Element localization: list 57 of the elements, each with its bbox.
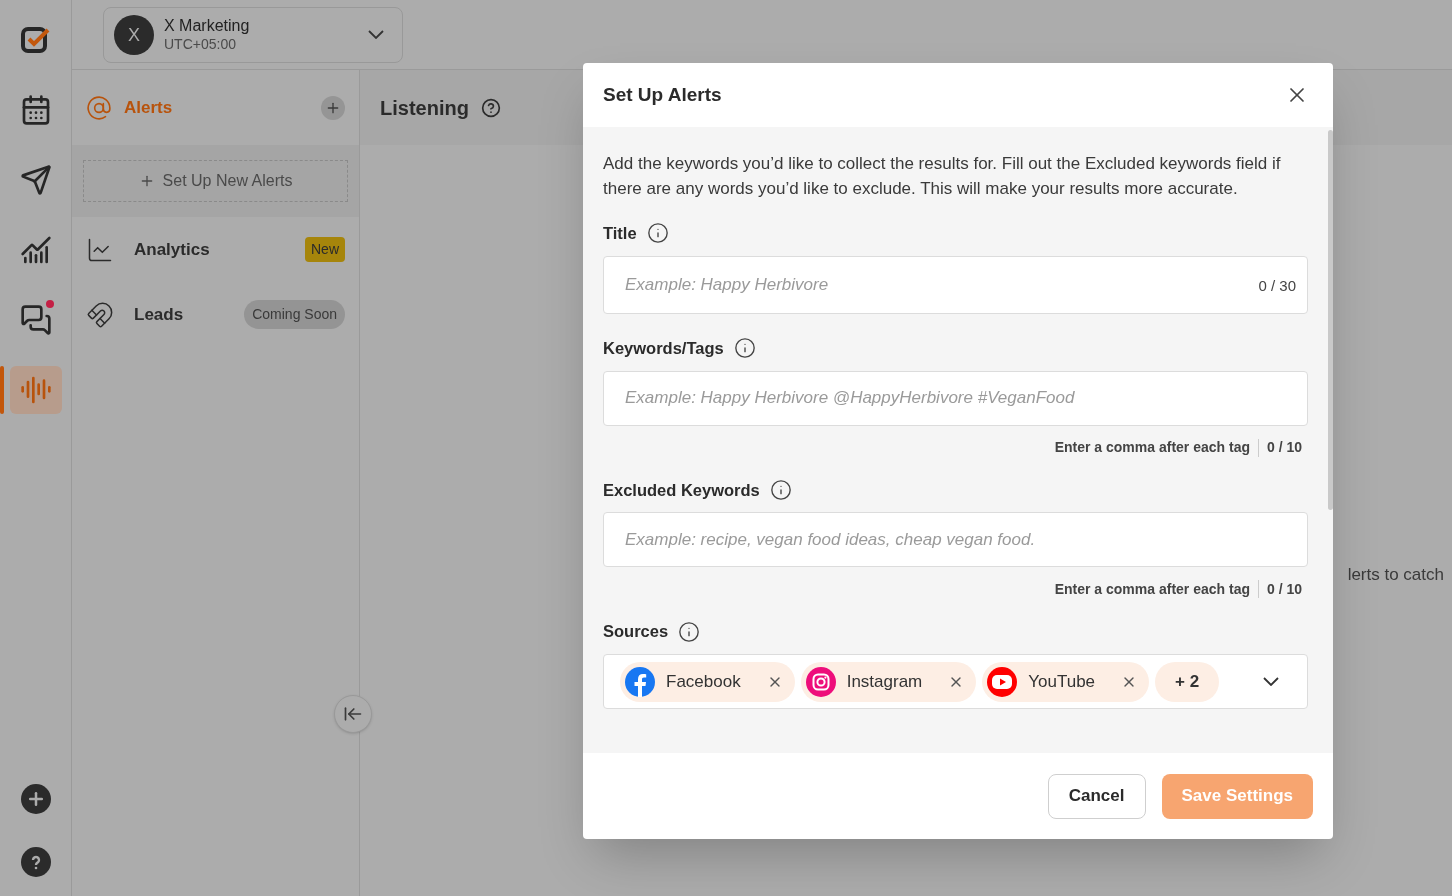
youtube-icon xyxy=(986,665,1019,698)
account-dropdown[interactable]: X X Marketing UTC+05:00 xyxy=(103,6,403,63)
facebook-icon xyxy=(624,665,656,698)
status-badge: New xyxy=(305,237,345,262)
source-chip[interactable]: Facebook xyxy=(620,661,795,702)
info-icon xyxy=(733,337,756,360)
logo-icon xyxy=(19,24,52,56)
sound-wave-icon xyxy=(19,374,52,406)
paper-plane-icon xyxy=(19,164,52,196)
intro-paragraph: Add the keywords you’d like to collect the results for. Fill out the Excluded keywords field if there are any words you’d like to exclude. This will make your results more accurate. xyxy=(603,153,1282,200)
sidebar-item[interactable]: Leads xyxy=(134,301,184,328)
character-counter: 0 / 30 xyxy=(1258,275,1296,296)
tag-counter: 0 / 10 xyxy=(1266,579,1302,599)
chevron-down-icon[interactable] xyxy=(1263,677,1279,686)
source-name: YouTube xyxy=(1028,670,1096,693)
sources-select[interactable]: Facebook Instagram YouTube + 2 xyxy=(603,654,1308,709)
collapse-icon xyxy=(343,704,363,724)
account-name: X Marketing xyxy=(164,15,250,36)
account-avatar: X xyxy=(114,14,154,55)
field-label: Title xyxy=(603,223,637,244)
page-title: Listening xyxy=(380,95,469,121)
at-sign-icon xyxy=(86,94,112,121)
empty-state-text: lerts to catch xyxy=(1347,564,1444,586)
add-alert-button[interactable] xyxy=(321,95,345,120)
source-name: Instagram xyxy=(846,670,923,693)
collapse-button[interactable] xyxy=(334,695,372,733)
tag-counter: 0 / 10 xyxy=(1266,438,1302,457)
active-indicator xyxy=(0,366,4,414)
field-label: Sources xyxy=(603,621,669,643)
bar-chart-icon xyxy=(19,234,52,266)
instagram-icon xyxy=(804,665,837,698)
source-chip[interactable]: YouTube xyxy=(982,661,1150,702)
helper-text: Enter a comma after each tag xyxy=(1054,579,1250,599)
text-input[interactable]: Example: Happy Herbivore @HappyHerbivore #VeganFood xyxy=(603,370,1308,426)
more-sources-chip[interactable]: + 2 xyxy=(1155,661,1220,702)
new-alert-button[interactable]: Set Up New Alerts xyxy=(83,160,348,202)
field-label: Keywords/Tags xyxy=(603,337,724,359)
source-name: Facebook xyxy=(666,670,741,693)
source-chip[interactable]: Instagram xyxy=(800,661,977,702)
dialog-title: Set Up Alerts xyxy=(603,82,722,107)
chat-bubbles-icon xyxy=(19,304,52,336)
info-icon xyxy=(769,478,792,501)
sidebar-item[interactable]: Analytics xyxy=(134,236,210,263)
info-icon xyxy=(678,620,701,643)
cancel-button[interactable]: Cancel xyxy=(1047,773,1146,819)
help-button[interactable] xyxy=(20,847,51,877)
account-timezone: UTC+05:00 xyxy=(164,35,237,54)
scrollbar-thumb[interactable] xyxy=(1328,130,1333,510)
info-icon xyxy=(646,222,669,245)
text-input[interactable]: Example: recipe, vegan food ideas, cheap vegan food. xyxy=(603,512,1308,568)
field-label: Excluded Keywords xyxy=(603,479,760,501)
magnet-icon xyxy=(86,300,114,329)
helper-text: Enter a comma after each tag xyxy=(1054,438,1250,457)
add-button[interactable] xyxy=(20,784,51,814)
status-badge: Coming Soon xyxy=(244,300,345,329)
chevron-down-icon xyxy=(368,30,384,39)
help-icon xyxy=(480,97,501,118)
